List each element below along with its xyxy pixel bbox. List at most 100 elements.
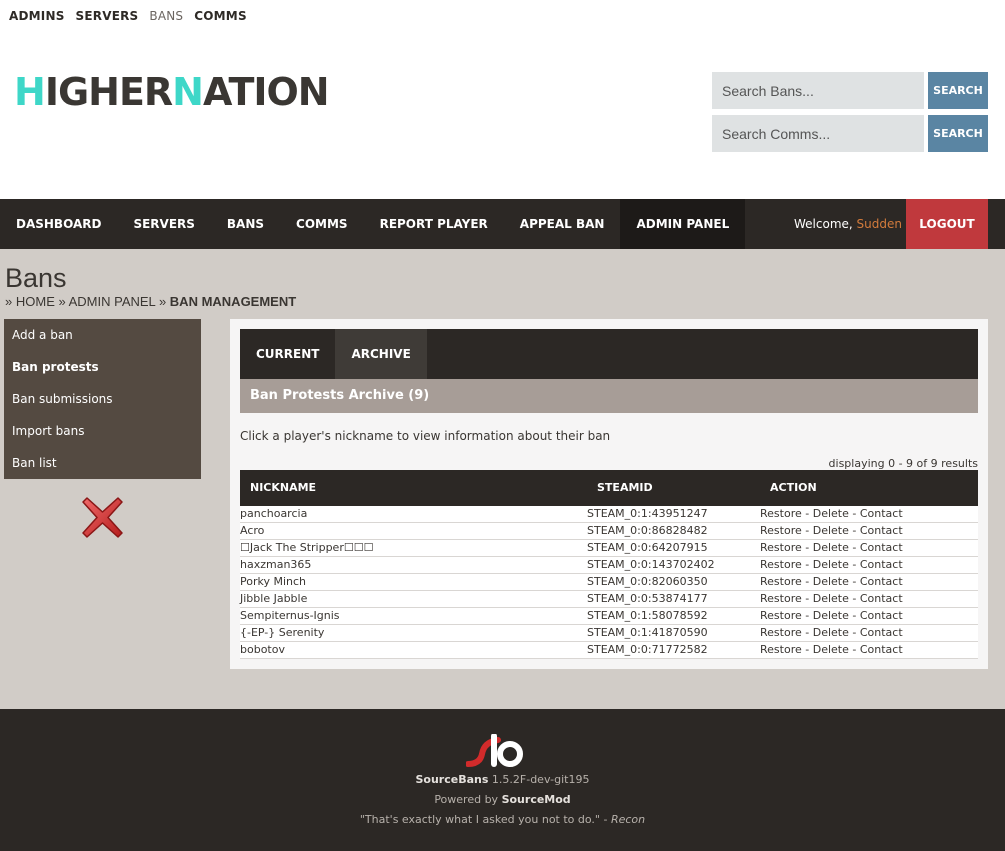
sidebar-item-import-bans[interactable]: Import bans: [4, 415, 201, 447]
contact-link[interactable]: Contact: [860, 575, 903, 588]
contact-link[interactable]: Contact: [860, 643, 903, 656]
nav-dashboard[interactable]: DASHBOARD: [0, 199, 117, 249]
site-logo[interactable]: H IGHER N ATION: [14, 70, 330, 114]
nav-comms[interactable]: COMMS: [280, 199, 364, 249]
row-steamid: STEAM_0:0:82060350: [587, 575, 708, 588]
restore-link[interactable]: Restore: [760, 609, 802, 622]
row-actions: Restore - Delete - Contact: [760, 524, 903, 537]
footer-sourcemod-link[interactable]: SourceMod: [502, 793, 571, 806]
search-comms-button[interactable]: SEARCH: [928, 115, 988, 152]
action-separator: -: [848, 626, 860, 639]
row-actions: Restore - Delete - Contact: [760, 643, 903, 656]
contact-link[interactable]: Contact: [860, 592, 903, 605]
breadcrumb-current: BAN MANAGEMENT: [169, 294, 297, 309]
welcome-prefix: Welcome,: [794, 217, 853, 231]
restore-link[interactable]: Restore: [760, 643, 802, 656]
logout-button[interactable]: LOGOUT: [906, 199, 988, 249]
footer-quote-author: Recon: [610, 813, 646, 826]
row-steamid: STEAM_0:1:58078592: [587, 609, 708, 622]
restore-link[interactable]: Restore: [760, 592, 802, 605]
logo-letter-n: N: [172, 70, 204, 114]
logo-text-ation: ATION: [202, 70, 330, 114]
tab-archive[interactable]: ARCHIVE: [335, 329, 427, 379]
restore-link[interactable]: Restore: [760, 524, 802, 537]
action-separator: -: [848, 592, 860, 605]
restore-link[interactable]: Restore: [760, 626, 802, 639]
action-separator: -: [801, 507, 813, 520]
contact-link[interactable]: Contact: [860, 524, 903, 537]
contact-link[interactable]: Contact: [860, 626, 903, 639]
row-nickname[interactable]: Jibble Jabble: [240, 592, 307, 605]
action-separator: -: [801, 575, 813, 588]
contact-link[interactable]: Contact: [860, 507, 903, 520]
contact-link[interactable]: Contact: [860, 558, 903, 571]
username-link[interactable]: Sudden: [857, 217, 902, 231]
row-nickname[interactable]: Porky Minch: [240, 575, 306, 588]
delete-link[interactable]: Delete: [813, 626, 849, 639]
sidebar-item-ban-list[interactable]: Ban list: [4, 447, 201, 479]
breadcrumb-home[interactable]: HOME: [16, 294, 55, 309]
sourcebans-logo-icon: [466, 734, 523, 767]
row-nickname[interactable]: bobotov: [240, 643, 285, 656]
tab-current[interactable]: CURRENT: [240, 329, 335, 379]
action-separator: -: [848, 575, 860, 588]
delete-link[interactable]: Delete: [813, 558, 849, 571]
nav-appeal-ban[interactable]: APPEAL BAN: [504, 199, 621, 249]
content-area: Bans » HOME » ADMIN PANEL » BAN MANAGEME…: [0, 249, 1005, 709]
delete-link[interactable]: Delete: [813, 643, 849, 656]
search-bans-input[interactable]: [712, 72, 924, 109]
toplink-admins[interactable]: ADMINS: [9, 9, 65, 23]
restore-link[interactable]: Restore: [760, 575, 802, 588]
delete-link[interactable]: Delete: [813, 575, 849, 588]
row-nickname[interactable]: panchoarcia: [240, 507, 307, 520]
row-actions: Restore - Delete - Contact: [760, 626, 903, 639]
restore-link[interactable]: Restore: [760, 507, 802, 520]
row-actions: Restore - Delete - Contact: [760, 592, 903, 605]
delete-link[interactable]: Delete: [813, 541, 849, 554]
footer-quote-sep: -: [599, 813, 611, 826]
sidebar-item-ban-submissions[interactable]: Ban submissions: [4, 383, 201, 415]
row-nickname[interactable]: ☐Jack The Stripper☐☐☐: [240, 541, 373, 554]
archive-heading: Ban Protests Archive (9): [240, 379, 978, 413]
delete-link[interactable]: Delete: [813, 507, 849, 520]
contact-link[interactable]: Contact: [860, 609, 903, 622]
action-separator: -: [848, 507, 860, 520]
toplink-bans[interactable]: BANS: [149, 9, 183, 23]
footer-app-name[interactable]: SourceBans: [416, 773, 489, 786]
search-bans-button[interactable]: SEARCH: [928, 72, 988, 109]
action-separator: -: [801, 643, 813, 656]
delete-link[interactable]: Delete: [813, 592, 849, 605]
logo-letter-h: H: [14, 70, 46, 114]
table-row: panchoarcia STEAM_0:1:43951247 Restore - D…: [240, 506, 978, 523]
toplink-comms[interactable]: COMMS: [194, 9, 247, 23]
row-actions: Restore - Delete - Contact: [760, 541, 903, 554]
nav-bans[interactable]: BANS: [211, 199, 280, 249]
row-actions: Restore - Delete - Contact: [760, 558, 903, 571]
action-separator: -: [801, 592, 813, 605]
breadcrumb-admin-panel[interactable]: ADMIN PANEL: [69, 294, 156, 309]
table-row: Sempiternus-Ignis STEAM_0:1:58078592 Resto…: [240, 608, 978, 625]
action-separator: -: [848, 609, 860, 622]
row-nickname[interactable]: Acro: [240, 524, 264, 537]
row-nickname[interactable]: haxzman365: [240, 558, 311, 571]
nav-servers[interactable]: SERVERS: [117, 199, 210, 249]
search-comms-input[interactable]: [712, 115, 924, 152]
nav-report-player[interactable]: REPORT PLAYER: [364, 199, 504, 249]
table-header: NICKNAME STEAMID ACTION: [240, 470, 978, 506]
row-steamid: STEAM_0:1:43951247: [587, 507, 708, 520]
delete-link[interactable]: Delete: [813, 609, 849, 622]
row-nickname[interactable]: Sempiternus-Ignis: [240, 609, 340, 622]
footer-quote-line: "That's exactly what I asked you not to …: [0, 813, 1005, 826]
nav-admin-panel[interactable]: ADMIN PANEL: [620, 199, 746, 249]
action-separator: -: [801, 524, 813, 537]
row-steamid: STEAM_0:0:53874177: [587, 592, 708, 605]
main-nav: DASHBOARD SERVERS BANS COMMS REPORT PLAY…: [0, 199, 1005, 249]
restore-link[interactable]: Restore: [760, 558, 802, 571]
delete-link[interactable]: Delete: [813, 524, 849, 537]
row-nickname[interactable]: {-EP-} Serenity: [240, 626, 324, 639]
contact-link[interactable]: Contact: [860, 541, 903, 554]
sidebar-item-add-ban[interactable]: Add a ban: [4, 319, 201, 351]
sidebar-item-ban-protests[interactable]: Ban protests: [4, 351, 201, 383]
toplink-servers[interactable]: SERVERS: [76, 9, 139, 23]
restore-link[interactable]: Restore: [760, 541, 802, 554]
